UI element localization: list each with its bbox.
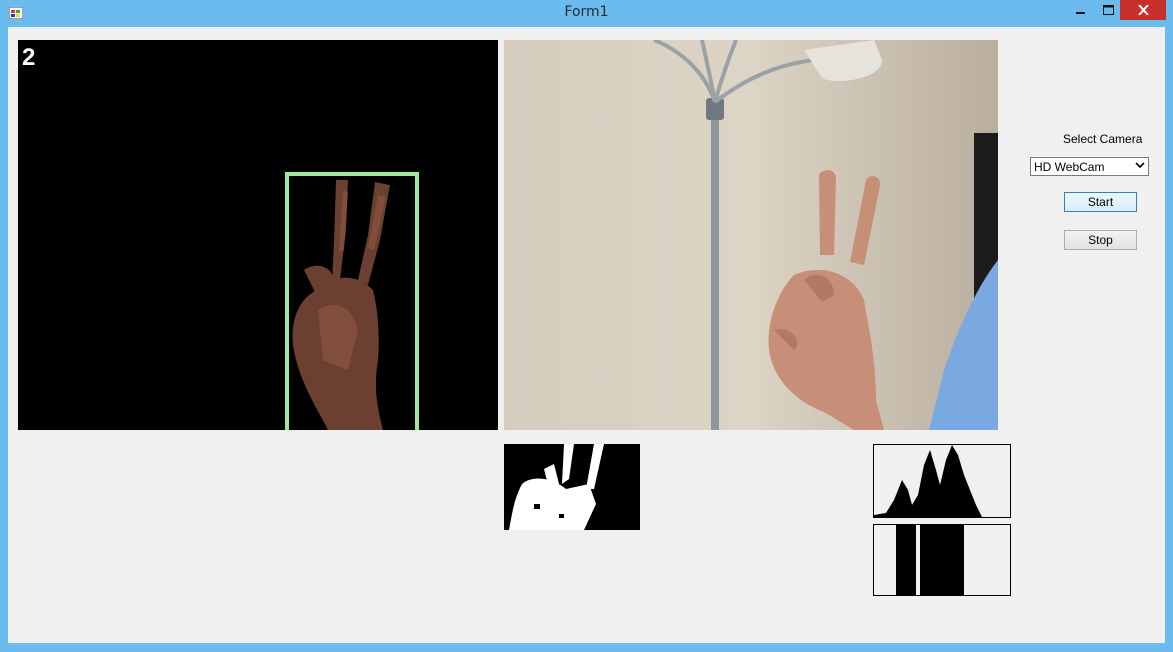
maximize-icon[interactable] xyxy=(1095,0,1121,20)
form-client-area: 2 Select Camera HD WebCam Start Stop xyxy=(8,27,1165,643)
segmented-hand-image xyxy=(18,40,498,430)
start-button[interactable]: Start xyxy=(1064,192,1137,212)
binary-mask-picturebox xyxy=(504,444,640,530)
projection-graph xyxy=(896,525,964,595)
binary-mask-image xyxy=(504,444,640,530)
bounding-box xyxy=(285,172,419,430)
projection-picturebox xyxy=(873,524,1011,596)
chevron-down-icon[interactable] xyxy=(1135,161,1145,172)
histogram-graph xyxy=(874,445,982,517)
app-window: Form1 2 Select Camera HD WebCam Start St… xyxy=(0,0,1173,652)
title-bar[interactable]: Form1 xyxy=(0,0,1173,27)
camera-picturebox xyxy=(504,40,998,430)
finger-count-label: 2 xyxy=(22,44,36,71)
result-picturebox: 2 xyxy=(18,40,498,430)
histogram-picturebox xyxy=(873,444,1011,518)
webcam-frame-image xyxy=(504,40,998,430)
close-icon[interactable] xyxy=(1120,0,1166,20)
window-title: Form1 xyxy=(564,4,609,20)
camera-select-value: HD WebCam xyxy=(1034,160,1105,174)
camera-select[interactable]: HD WebCam xyxy=(1030,157,1149,176)
minimize-icon[interactable] xyxy=(1068,0,1094,20)
select-camera-label: Select Camera xyxy=(1063,132,1143,146)
stop-button[interactable]: Stop xyxy=(1064,230,1137,250)
